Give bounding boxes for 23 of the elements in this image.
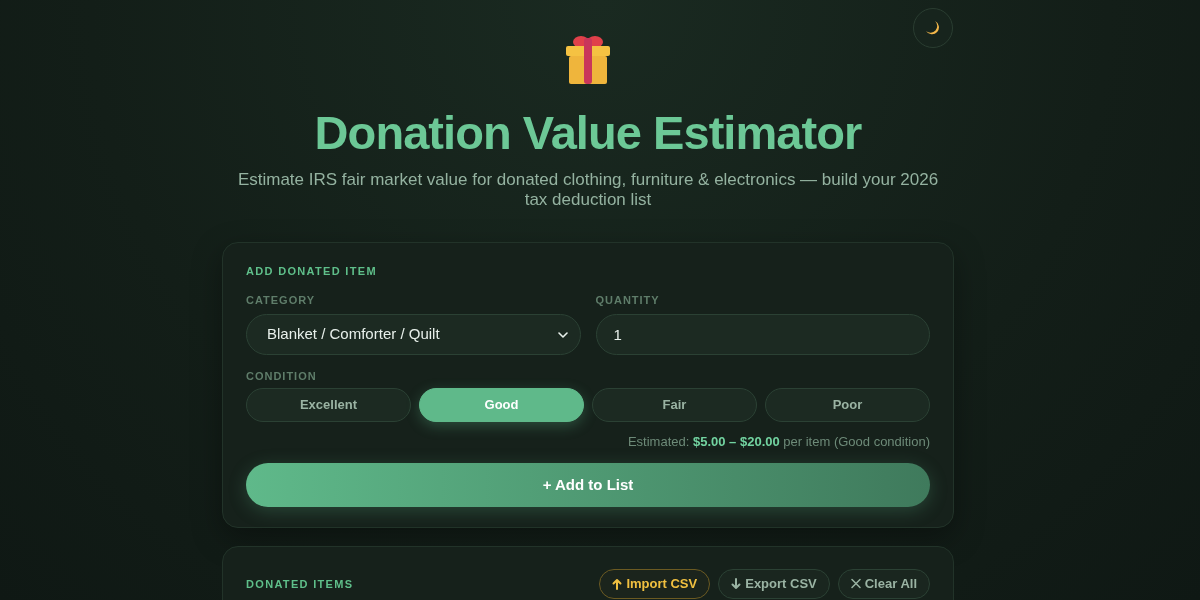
condition-option[interactable]: Poor [765, 388, 930, 422]
chevron-down-icon [557, 331, 568, 338]
import-button[interactable]: Import CSV [599, 569, 711, 599]
category-select[interactable]: Blanket / Comforter / Quilt [246, 314, 581, 355]
condition-option[interactable]: Excellent [246, 388, 411, 422]
arrow-up-icon [612, 578, 623, 590]
page-subtitle: Estimate IRS fair market value for donated clothing, furniture & electronics — build your 2026 tax deduction list [236, 170, 940, 210]
clear-button[interactable]: Clear All [837, 569, 930, 599]
field-label: CONDITION [246, 369, 318, 383]
close-icon [850, 578, 861, 590]
estimate-text: Estimated: $5.00 – $20.00 per item (Good condition) [627, 434, 930, 450]
quantity-field[interactable]: 1 [595, 314, 930, 355]
condition-option[interactable]: Fair [592, 388, 757, 422]
page-title: Donation Value Estimator [314, 106, 862, 160]
theme-toggle-button[interactable] [913, 8, 953, 48]
section-heading: ADD DONATED ITEM [246, 264, 378, 278]
moon-icon [925, 20, 941, 36]
export-button[interactable]: Export CSV [718, 569, 830, 599]
section-heading: DONATED ITEMS [246, 577, 354, 591]
field-label: QUANTITY [595, 293, 661, 307]
arrow-down-icon [731, 578, 742, 590]
field-label: CATEGORY [246, 293, 317, 307]
gift-icon [565, 34, 611, 86]
